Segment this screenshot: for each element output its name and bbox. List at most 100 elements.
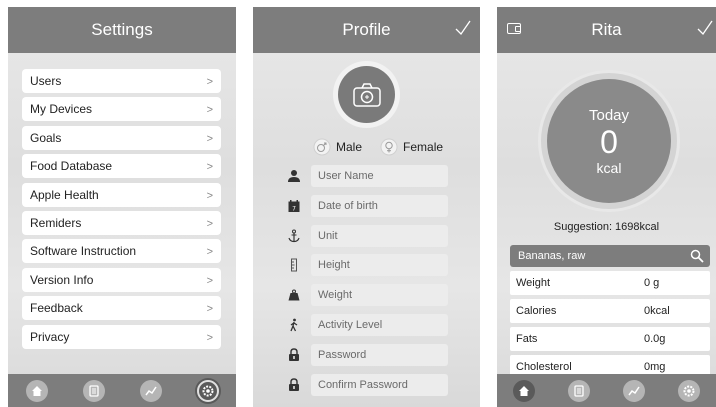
chevron-right-icon: > (206, 104, 213, 117)
nutrient-value: 0mg (644, 361, 666, 373)
avatar[interactable] (333, 61, 400, 128)
settings-item-reminders[interactable]: Remiders > (22, 210, 221, 235)
nutrient-row: Fats 0.0g (510, 327, 710, 351)
home-icon[interactable] (25, 379, 48, 402)
activity-level-row: Activity Level (283, 313, 448, 336)
settings-item-feedback[interactable]: Feedback > (22, 296, 221, 321)
camera-icon (352, 82, 381, 107)
settings-item-label: Users (30, 74, 62, 88)
nutrient-name: Weight (516, 277, 551, 289)
chevron-right-icon: > (206, 189, 213, 202)
food-name: Bananas, raw (518, 250, 586, 262)
date-of-birth-row: 7 Date of birth (283, 194, 448, 217)
chevron-right-icon: > (206, 161, 213, 174)
check-icon[interactable] (696, 18, 714, 38)
settings-item-label: Privacy (30, 329, 70, 344)
lock-icon (283, 374, 305, 396)
settings-item-goals[interactable]: Goals > (22, 125, 221, 150)
calendar-icon: 7 (283, 195, 305, 217)
password-row: Password (283, 343, 448, 366)
home-icon[interactable] (513, 379, 536, 402)
chevron-right-icon: > (206, 246, 213, 259)
chevron-right-icon: > (206, 132, 213, 145)
nutrient-row: Weight 0 g (510, 271, 710, 295)
food-search-bar[interactable]: Bananas, raw (510, 245, 710, 267)
gender-male-option[interactable]: Male (313, 138, 362, 156)
list-icon[interactable] (82, 379, 105, 402)
settings-item-version-info[interactable]: Version Info > (22, 267, 221, 292)
chevron-right-icon: > (206, 303, 213, 316)
search-icon[interactable] (690, 249, 704, 263)
date-of-birth-field[interactable]: Date of birth (311, 194, 448, 217)
height-row: Height (283, 254, 448, 277)
tab-bar (8, 374, 236, 407)
height-field[interactable]: Height (311, 254, 448, 277)
anchor-icon (283, 225, 305, 247)
nutrient-value: 0.0g (644, 333, 666, 345)
lock-icon (283, 344, 305, 366)
activity-level-field[interactable]: Activity Level (311, 313, 448, 336)
nutrient-name: Calories (516, 305, 557, 317)
settings-item-label: Food Database (30, 159, 113, 174)
chevron-right-icon: > (206, 274, 213, 287)
settings-item-food-database[interactable]: Food Database > (22, 154, 221, 179)
unit-field[interactable]: Unit (311, 224, 448, 247)
settings-icon[interactable] (677, 379, 700, 402)
check-icon[interactable] (454, 18, 472, 38)
today-label: Today (588, 106, 630, 124)
weight-row: Weight (283, 284, 448, 307)
dashboard-title-bar: Rita (497, 7, 716, 53)
wallet-icon[interactable] (507, 23, 521, 34)
settings-item-label: Software Instruction (30, 244, 137, 259)
chart-icon[interactable] (139, 379, 162, 402)
nutrient-name: Cholesterol (516, 361, 572, 373)
male-icon (313, 138, 331, 156)
gender-female-option[interactable]: Female (380, 138, 443, 156)
person-icon (283, 165, 305, 187)
settings-item-label: Feedback (30, 301, 83, 316)
settings-item-software-instruction[interactable]: Software Instruction > (22, 239, 221, 264)
chart-icon[interactable] (622, 379, 645, 402)
list-icon[interactable] (568, 379, 591, 402)
settings-item-label: Apple Health (30, 187, 99, 202)
settings-item-users[interactable]: Users > (22, 69, 221, 93)
settings-item-privacy[interactable]: Privacy > (22, 324, 221, 349)
gender-female-label: Female (403, 140, 444, 154)
weight-field[interactable]: Weight (311, 284, 448, 307)
walking-icon (283, 314, 305, 336)
nutrient-value: 0 g (644, 277, 660, 289)
calorie-ring: Today 0 kcal (541, 73, 677, 209)
gender-male-label: Male (336, 140, 363, 154)
calorie-unit: kcal (596, 159, 622, 176)
settings-item-apple-health[interactable]: Apple Health > (22, 182, 221, 207)
gender-selector: Male Female (313, 138, 443, 156)
settings-item-label: Remiders (30, 215, 82, 230)
chevron-right-icon: > (206, 217, 213, 230)
profile-form: User Name 7 Date of birth Unit Height We… (283, 165, 448, 403)
weight-icon (283, 284, 305, 306)
page-title: Rita (591, 20, 622, 39)
unit-row: Unit (283, 224, 448, 247)
calorie-value: 0 (600, 123, 618, 160)
settings-title-bar: Settings (8, 7, 236, 53)
user-name-row: User Name (283, 165, 448, 187)
nutrient-row: Calories 0kcal (510, 299, 710, 323)
user-name-field[interactable]: User Name (311, 165, 448, 187)
page-title: Profile (342, 20, 391, 39)
female-icon (380, 138, 398, 156)
settings-screen: Settings Users > My Devices > Goals > Food … (8, 7, 236, 407)
settings-item-my-devices[interactable]: My Devices > (22, 97, 221, 122)
confirm-password-field[interactable]: Confirm Password (311, 373, 448, 396)
nutrient-value: 0kcal (644, 305, 670, 317)
confirm-password-row: Confirm Password (283, 373, 448, 396)
settings-item-label: Version Info (30, 272, 94, 287)
tab-bar (497, 374, 716, 407)
calorie-suggestion: Suggestion: 1698kcal (553, 221, 660, 233)
password-field[interactable]: Password (311, 343, 448, 366)
settings-icon[interactable] (196, 379, 219, 402)
settings-item-label: Goals (30, 130, 62, 145)
ruler-icon (283, 254, 305, 276)
settings-item-label: My Devices (30, 102, 93, 117)
profile-title-bar: Profile (253, 7, 480, 53)
profile-screen: Profile Male Female User Name 7 Date of … (253, 7, 480, 407)
